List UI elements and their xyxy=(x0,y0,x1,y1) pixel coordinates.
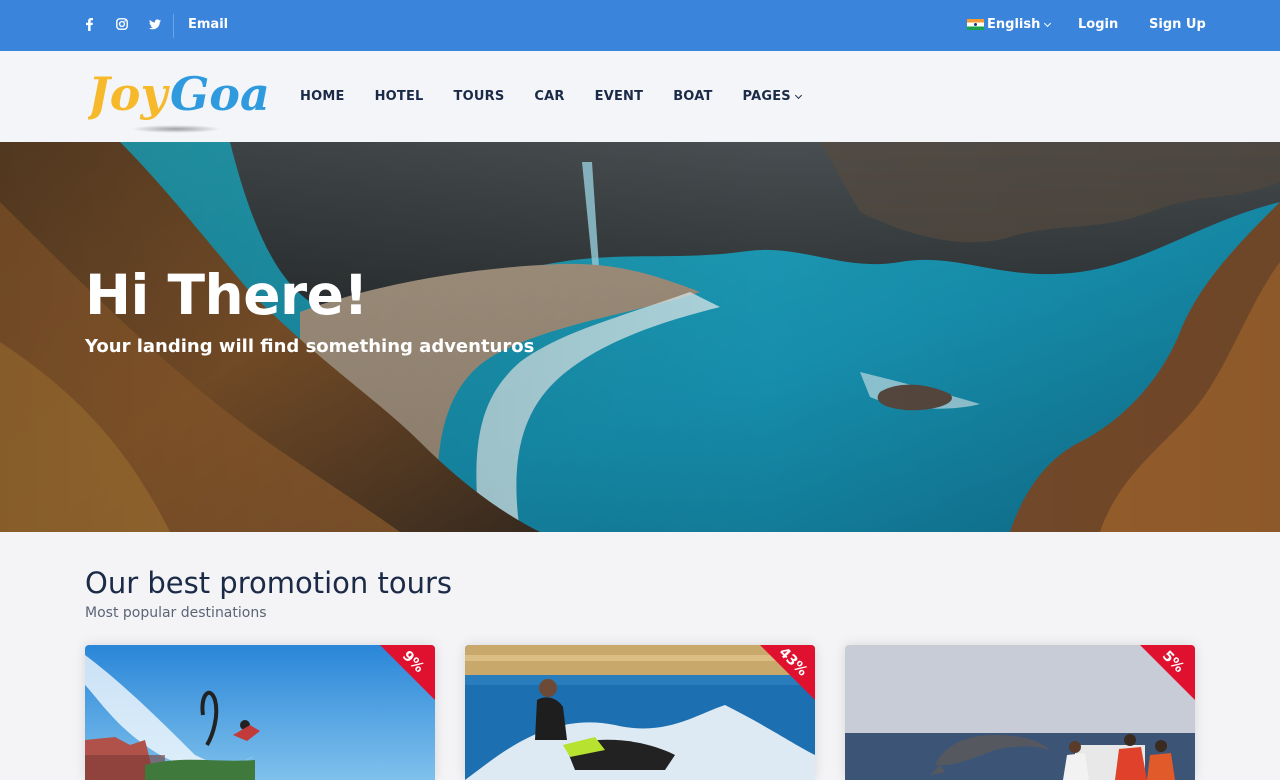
nav-boat[interactable]: BOAT xyxy=(673,89,712,104)
social-links xyxy=(83,17,182,31)
nav-pages[interactable]: PAGES xyxy=(742,89,802,104)
nav-tours[interactable]: TOURS xyxy=(454,89,505,104)
divider xyxy=(173,14,174,38)
twitter-icon[interactable] xyxy=(149,17,161,31)
tour-card[interactable]: 5% xyxy=(845,645,1195,780)
logo-joy: Joy xyxy=(88,67,170,121)
chevron-down-icon xyxy=(794,91,802,99)
logo-goa: Goa xyxy=(170,67,268,121)
main-header: Joy Goa HOME HOTEL TOURS CAR EVENT BOAT … xyxy=(0,51,1280,142)
language-selector[interactable]: English xyxy=(967,17,1052,32)
section-title: Our best promotion tours xyxy=(85,566,453,600)
nav-home[interactable]: HOME xyxy=(300,89,345,104)
hero-subtitle: Your landing will find something adventu… xyxy=(85,336,535,357)
facebook-icon[interactable] xyxy=(83,17,95,31)
nav-car[interactable]: CAR xyxy=(534,89,564,104)
language-label: English xyxy=(987,17,1041,32)
top-bar: Email English Login Sign Up xyxy=(0,0,1280,51)
tour-card[interactable]: 9% xyxy=(85,645,435,780)
section-subtitle: Most popular destinations xyxy=(85,605,267,621)
main-nav: HOME HOTEL TOURS CAR EVENT BOAT PAGES xyxy=(300,89,831,104)
instagram-icon[interactable] xyxy=(116,17,128,31)
nav-event[interactable]: EVENT xyxy=(595,89,644,104)
discount-ribbon: 9% xyxy=(380,645,435,700)
tour-card[interactable]: 43% xyxy=(465,645,815,780)
email-link[interactable]: Email xyxy=(188,17,228,32)
login-link[interactable]: Login xyxy=(1078,17,1118,32)
discount-ribbon: 5% xyxy=(1140,645,1195,700)
signup-link[interactable]: Sign Up xyxy=(1149,17,1206,32)
india-flag-icon xyxy=(967,19,984,30)
hero-title: Hi There! xyxy=(85,263,369,327)
nav-pages-label: PAGES xyxy=(742,89,791,104)
nav-hotel[interactable]: HOTEL xyxy=(375,89,424,104)
joygoa-logo[interactable]: Joy Goa xyxy=(88,55,268,139)
discount-ribbon: 43% xyxy=(760,645,815,700)
chevron-down-icon xyxy=(1044,19,1052,27)
